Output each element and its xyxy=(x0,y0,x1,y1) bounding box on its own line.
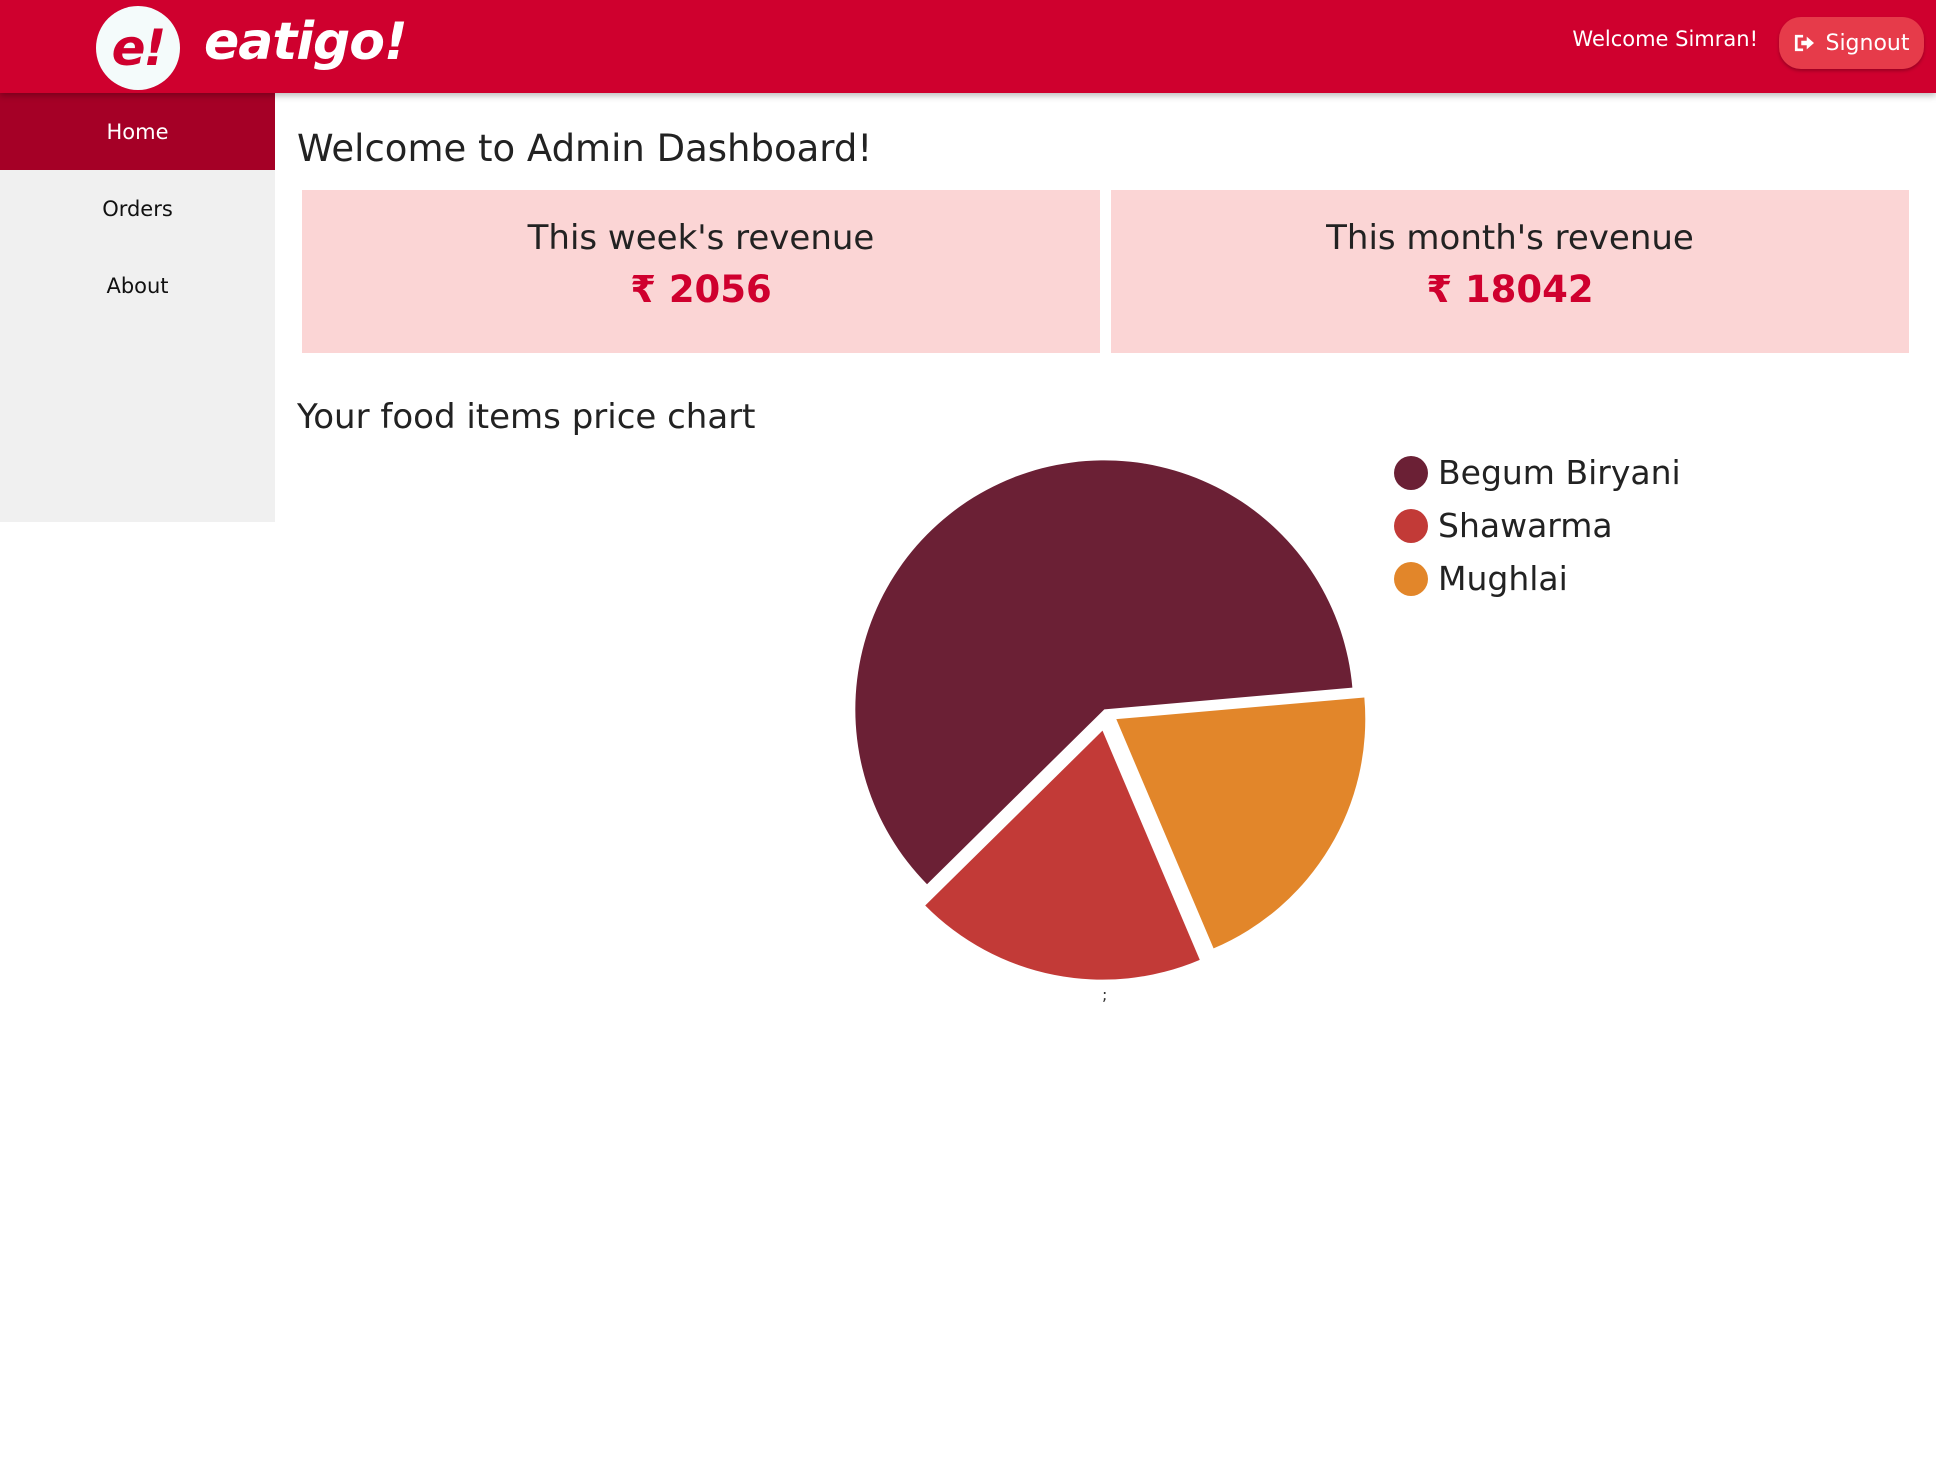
welcome-user-text: Welcome Simran! xyxy=(1572,27,1758,51)
card-value: ₹ 2056 xyxy=(630,268,772,311)
legend-item[interactable]: Shawarma xyxy=(1394,499,1681,552)
sidebar-item-home[interactable]: Home xyxy=(0,93,275,170)
sidebar-item-orders[interactable]: Orders xyxy=(0,170,275,247)
monthly-revenue-card: This month's revenue ₹ 18042 xyxy=(1111,190,1909,353)
legend-label: Begum Biryani xyxy=(1438,453,1681,492)
sidebar-item-label: Home xyxy=(106,119,169,144)
pie-chart xyxy=(855,460,1366,980)
sidebar-item-about[interactable]: About xyxy=(0,247,275,324)
chart-title: Your food items price chart xyxy=(297,397,756,437)
signout-button[interactable]: Signout xyxy=(1779,17,1924,69)
sidebar-item-label: About xyxy=(106,273,169,298)
sidebar: Home Orders About xyxy=(0,93,275,522)
legend-swatch xyxy=(1394,455,1428,490)
chart-legend: Begum Biryani Shawarma Mughlai xyxy=(1394,446,1681,605)
signout-label: Signout xyxy=(1825,30,1910,56)
chart-footer-text: ; xyxy=(1102,985,1108,1004)
weekly-revenue-card: This week's revenue ₹ 2056 xyxy=(302,190,1100,353)
legend-label: Mughlai xyxy=(1438,559,1568,598)
legend-item[interactable]: Begum Biryani xyxy=(1394,446,1681,499)
sign-out-icon xyxy=(1795,34,1815,52)
card-value: ₹ 18042 xyxy=(1426,268,1594,311)
legend-swatch xyxy=(1394,508,1428,543)
sidebar-item-label: Orders xyxy=(102,196,173,221)
legend-item[interactable]: Mughlai xyxy=(1394,552,1681,605)
card-label: This week's revenue xyxy=(527,218,875,258)
logo-icon[interactable]: e! xyxy=(96,6,180,90)
top-navbar: e! eatigo! Welcome Simran! Signout xyxy=(0,0,1936,93)
page-title: Welcome to Admin Dashboard! xyxy=(297,127,873,170)
card-label: This month's revenue xyxy=(1326,218,1694,258)
legend-swatch xyxy=(1394,561,1428,596)
legend-label: Shawarma xyxy=(1438,506,1613,545)
brand-name[interactable]: eatigo! xyxy=(204,12,408,72)
logo-mark: e! xyxy=(111,19,167,77)
